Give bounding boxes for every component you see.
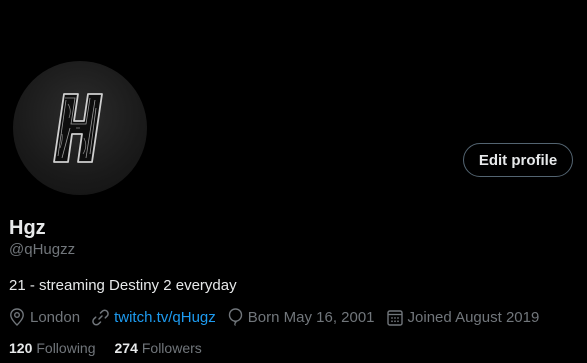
following-label: Following	[36, 340, 96, 356]
display-name: Hgz	[9, 217, 46, 239]
birthday-text: Born May 16, 2001	[247, 308, 375, 326]
joined-item: Joined August 2019	[386, 308, 540, 326]
website-link[interactable]: twitch.tv/qHugz	[114, 309, 216, 326]
edit-profile-button[interactable]: Edit profile	[463, 143, 573, 177]
profile-avatar[interactable]	[13, 61, 147, 195]
followers-link[interactable]: 274 Followers	[115, 340, 202, 356]
location-pin-icon	[10, 308, 24, 326]
h-letter-logo	[53, 93, 103, 163]
balloon-icon	[228, 308, 242, 326]
link-icon	[92, 309, 109, 325]
following-count: 120	[9, 340, 33, 356]
followers-label: Followers	[141, 340, 202, 356]
location-item: London	[9, 308, 80, 326]
birthday-item: Born May 16, 2001	[228, 308, 375, 326]
calendar-icon	[386, 309, 403, 326]
user-handle: @qHugzz	[9, 241, 76, 258]
follow-stats: 120 Following 274 Followers	[9, 340, 221, 356]
website-item[interactable]: twitch.tv/qHugz	[92, 309, 216, 326]
profile-bio: 21 - streaming Destiny 2 everyday	[9, 277, 237, 294]
location-text: London	[30, 308, 81, 326]
profile-meta-row: London twitch.tv/qHugz Born May 16, 2001…	[9, 306, 551, 328]
followers-count: 274	[114, 340, 138, 356]
following-link[interactable]: 120 Following	[9, 340, 96, 356]
joined-text: Joined August 2019	[407, 308, 540, 326]
